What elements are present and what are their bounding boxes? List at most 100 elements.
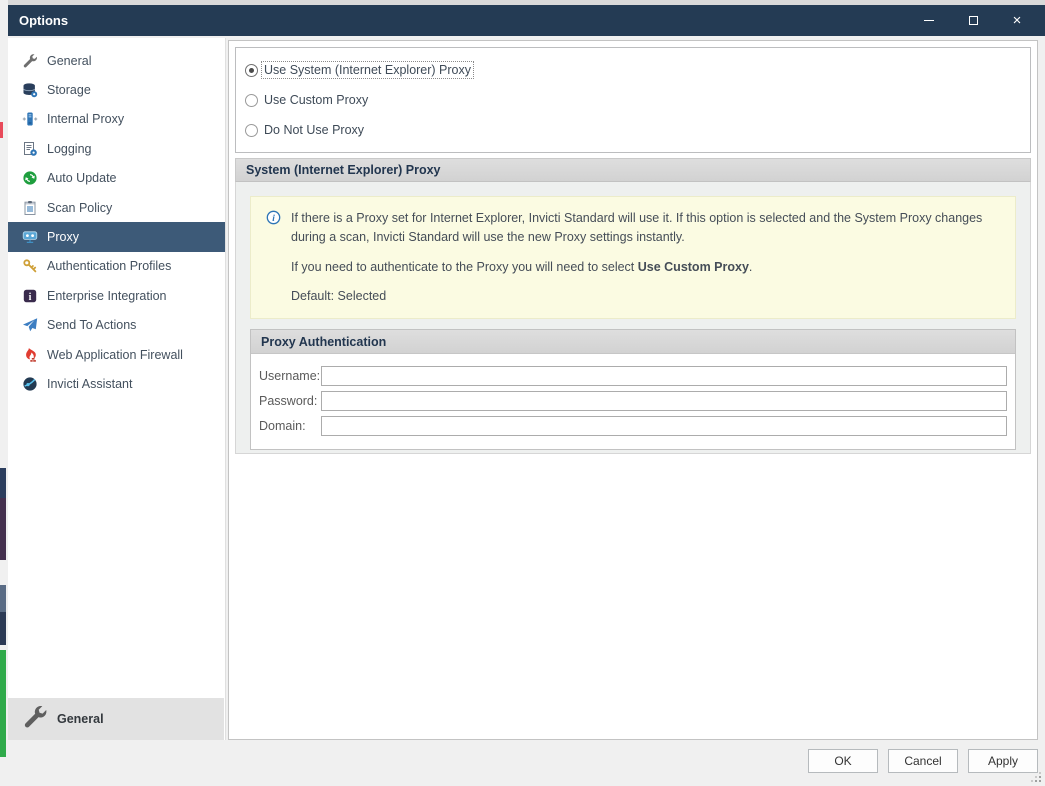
radio-option-label[interactable]: Do Not Use Proxy bbox=[262, 122, 366, 138]
password-label: Password: bbox=[259, 394, 321, 408]
screen: Options × General Stor bbox=[0, 0, 1045, 786]
proxy-authentication-fields: Username: Password: Domain: bbox=[251, 354, 1015, 449]
section-header-system-proxy: System (Internet Explorer) Proxy bbox=[235, 158, 1031, 182]
sidebar-item-label: Scan Policy bbox=[47, 201, 112, 215]
radio-option-do-not-use-proxy[interactable]: Do Not Use Proxy bbox=[245, 115, 1021, 145]
sidebar-item-label: Storage bbox=[47, 83, 91, 97]
wrench-icon bbox=[21, 52, 38, 69]
close-button[interactable]: × bbox=[995, 5, 1039, 36]
sidebar-item-internal-proxy[interactable]: Internal Proxy bbox=[8, 105, 225, 134]
radio-option-use-custom-proxy[interactable]: Use Custom Proxy bbox=[245, 85, 1021, 115]
username-row: Username: bbox=[259, 366, 1007, 386]
password-field[interactable] bbox=[321, 391, 1007, 411]
system-proxy-section: i If there is a Proxy set for Internet E… bbox=[235, 182, 1031, 454]
sidebar-item-label: Enterprise Integration bbox=[47, 289, 167, 303]
radio-button-icon[interactable] bbox=[245, 64, 258, 77]
sidebar-item-label: Web Application Firewall bbox=[47, 348, 183, 362]
sidebar-item-logging[interactable]: Logging bbox=[8, 134, 225, 163]
category-description-panel: General bbox=[8, 698, 224, 740]
sidebar-item-auto-update[interactable]: Auto Update bbox=[8, 164, 225, 193]
proxy-icon bbox=[21, 229, 38, 246]
key-icon bbox=[21, 258, 38, 275]
password-row: Password: bbox=[259, 391, 1007, 411]
radio-option-label[interactable]: Use Custom Proxy bbox=[262, 92, 370, 108]
sidebar-item-authentication-profiles[interactable]: Authentication Profiles bbox=[8, 252, 225, 281]
sidebar-item-send-to-actions[interactable]: Send To Actions bbox=[8, 311, 225, 340]
sidebar-item-label: Logging bbox=[47, 142, 92, 156]
sidebar-item-label: Auto Update bbox=[47, 171, 117, 185]
sidebar-item-proxy[interactable]: Proxy bbox=[8, 222, 225, 251]
assistant-globe-icon bbox=[21, 375, 38, 392]
title-bar[interactable]: Options × bbox=[8, 5, 1045, 36]
info-icon: i bbox=[266, 210, 281, 231]
apply-button[interactable]: Apply bbox=[968, 749, 1038, 773]
options-dialog: Options × General Stor bbox=[8, 5, 1045, 786]
maximize-button[interactable] bbox=[951, 5, 995, 36]
sidebar-item-web-application-firewall[interactable]: Web Application Firewall bbox=[8, 340, 225, 369]
sidebar-item-label: Authentication Profiles bbox=[47, 259, 171, 273]
background-purple-mark bbox=[0, 498, 6, 560]
auto-update-icon bbox=[21, 170, 38, 187]
background-navy-mark-2 bbox=[0, 612, 6, 645]
background-navy-mark bbox=[0, 468, 6, 498]
sidebar-item-label: Send To Actions bbox=[47, 318, 136, 332]
info-paragraph-3: Default: Selected bbox=[291, 287, 1001, 306]
username-field[interactable] bbox=[321, 366, 1007, 386]
sidebar-item-scan-policy[interactable]: Scan Policy bbox=[8, 193, 225, 222]
radio-option-use-system-proxy[interactable]: Use System (Internet Explorer) Proxy bbox=[245, 55, 1021, 85]
sidebar-item-invicti-assistant[interactable]: Invicti Assistant bbox=[8, 369, 225, 398]
settings-panel: Use System (Internet Explorer) Proxy Use… bbox=[228, 40, 1038, 740]
dialog-content: General Storage Internal Proxy bbox=[8, 36, 1045, 786]
sidebar-item-label: Internal Proxy bbox=[47, 112, 124, 126]
proxy-mode-group: Use System (Internet Explorer) Proxy Use… bbox=[235, 47, 1031, 153]
radio-button-icon[interactable] bbox=[245, 124, 258, 137]
radio-button-icon[interactable] bbox=[245, 94, 258, 107]
enterprise-info-icon: i bbox=[21, 287, 38, 304]
dialog-buttons: OK Cancel Apply bbox=[808, 749, 1038, 773]
firewall-flame-icon bbox=[21, 346, 38, 363]
sidebar-item-label: Proxy bbox=[47, 230, 79, 244]
sidebar-item-label: General bbox=[47, 54, 91, 68]
internal-proxy-icon bbox=[21, 111, 38, 128]
info-box: i If there is a Proxy set for Internet E… bbox=[250, 196, 1016, 319]
background-slate-mark bbox=[0, 585, 6, 612]
sidebar-item-storage[interactable]: Storage bbox=[8, 75, 225, 104]
minimize-icon bbox=[924, 20, 934, 21]
paper-plane-icon bbox=[21, 317, 38, 334]
info-text: . bbox=[749, 260, 752, 274]
maximize-icon bbox=[969, 16, 978, 25]
resize-grip[interactable] bbox=[1030, 771, 1042, 783]
scan-policy-icon bbox=[21, 199, 38, 216]
ok-button[interactable]: OK bbox=[808, 749, 878, 773]
info-paragraph-2: If you need to authenticate to the Proxy… bbox=[291, 258, 1001, 277]
category-description-label: General bbox=[57, 712, 104, 726]
svg-text:i: i bbox=[28, 292, 31, 303]
window-controls: × bbox=[907, 5, 1039, 36]
window-title: Options bbox=[8, 13, 68, 28]
username-label: Username: bbox=[259, 369, 321, 383]
minimize-button[interactable] bbox=[907, 5, 951, 36]
proxy-authentication-header: Proxy Authentication bbox=[251, 330, 1015, 354]
domain-label: Domain: bbox=[259, 419, 321, 433]
dialog-button-bar: OK Cancel Apply bbox=[8, 740, 1045, 786]
info-paragraph-1: If there is a Proxy set for Internet Exp… bbox=[291, 209, 1001, 247]
sidebar-item-general[interactable]: General bbox=[8, 46, 225, 75]
sidebar-item-label: Invicti Assistant bbox=[47, 377, 132, 391]
proxy-authentication-group: Proxy Authentication Username: Password: bbox=[250, 329, 1016, 450]
background-app-left-edge bbox=[0, 0, 8, 786]
info-text-bold: Use Custom Proxy bbox=[638, 260, 749, 274]
wrench-icon-large bbox=[22, 704, 48, 735]
info-text: If you need to authenticate to the Proxy… bbox=[291, 260, 638, 274]
background-green-mark bbox=[0, 650, 6, 757]
radio-option-label[interactable]: Use System (Internet Explorer) Proxy bbox=[262, 62, 473, 78]
domain-row: Domain: bbox=[259, 416, 1007, 436]
cancel-button[interactable]: Cancel bbox=[888, 749, 958, 773]
close-icon: × bbox=[1013, 13, 1022, 28]
database-icon bbox=[21, 82, 38, 99]
domain-field[interactable] bbox=[321, 416, 1007, 436]
svg-text:i: i bbox=[272, 214, 275, 224]
logging-icon bbox=[21, 140, 38, 157]
background-red-mark bbox=[0, 122, 3, 138]
sidebar-item-enterprise-integration[interactable]: i Enterprise Integration bbox=[8, 281, 225, 310]
sidebar: General Storage Internal Proxy bbox=[8, 38, 226, 740]
